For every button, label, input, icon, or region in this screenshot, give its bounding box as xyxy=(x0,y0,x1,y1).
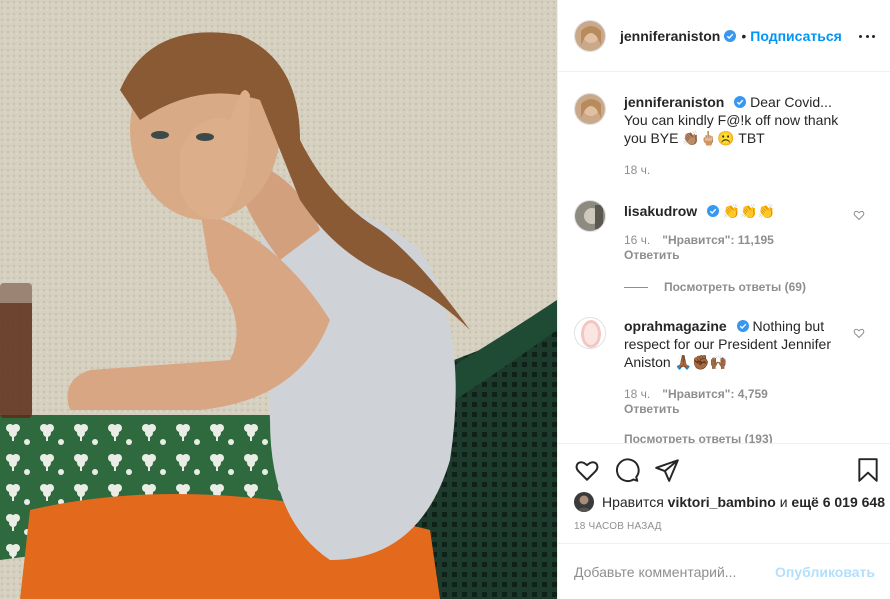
comment-likes[interactable]: "Нравится": 4,759 xyxy=(662,387,768,401)
more-icon[interactable] xyxy=(859,26,875,46)
avatar[interactable] xyxy=(574,19,606,52)
post-header: jenniferaniston • Подписаться xyxy=(558,0,890,72)
comment-likes[interactable]: "Нравится": 11,195 xyxy=(662,233,774,247)
view-replies-button[interactable]: Посмотреть ответы (69) xyxy=(624,280,806,294)
caption-time[interactable]: 18 ч. xyxy=(624,163,650,177)
comment-item: oprahmagazine Nothing but respect for ou… xyxy=(574,317,874,371)
like-comment-icon[interactable] xyxy=(853,327,865,339)
avatar[interactable] xyxy=(574,200,606,232)
verified-icon xyxy=(736,320,749,332)
bookmark-icon[interactable] xyxy=(855,457,881,483)
avatar-image xyxy=(575,20,605,51)
publish-button[interactable]: Опубликовать xyxy=(775,564,875,580)
reply-button[interactable]: Ответить xyxy=(624,248,679,262)
avatar[interactable] xyxy=(574,93,606,125)
post-photo[interactable] xyxy=(0,0,557,599)
like-comment-icon[interactable] xyxy=(853,209,865,221)
liker-avatar-image xyxy=(574,492,594,512)
comment-input[interactable] xyxy=(574,563,776,580)
caption-username[interactable]: jenniferaniston xyxy=(624,94,724,110)
likes-count-button[interactable]: ещё 6 019 648 xyxy=(791,494,885,510)
comment-text: 👏👏👏 xyxy=(722,203,776,219)
comment-meta: 16 ч. "Нравится": 11,195 xyxy=(624,233,774,247)
comment-icon[interactable] xyxy=(614,457,640,483)
add-comment-bar: Опубликовать xyxy=(558,543,890,599)
comment-meta: 18 ч. "Нравится": 4,759 xyxy=(624,387,768,401)
avatar-image xyxy=(575,318,605,348)
post-sidebar: jenniferaniston • Подписаться jenniferan… xyxy=(557,0,890,599)
comment-username[interactable]: lisakudrow xyxy=(624,203,697,219)
share-icon[interactable] xyxy=(654,457,680,483)
avatar[interactable] xyxy=(574,317,606,349)
author-username[interactable]: jenniferaniston xyxy=(620,28,720,44)
verified-icon xyxy=(707,205,720,217)
comment-username[interactable]: oprahmagazine xyxy=(624,318,727,334)
likes-prefix: Нравится xyxy=(602,494,664,510)
separator-dot: • xyxy=(741,27,747,44)
verified-icon xyxy=(734,96,747,108)
verified-icon xyxy=(724,29,737,42)
comment-time[interactable]: 18 ч. xyxy=(624,387,650,401)
caption: jenniferaniston Dear Covid... You can ki… xyxy=(574,93,874,147)
view-replies-button[interactable]: Посмотреть ответы (193) xyxy=(624,432,773,443)
replies-divider xyxy=(624,286,648,288)
post-actions: Нравится viktori_bambino и ещё 6 019 648… xyxy=(558,443,890,543)
avatar-image xyxy=(575,94,605,124)
photo-illustration xyxy=(0,0,557,599)
follow-button[interactable]: Подписаться xyxy=(750,28,842,44)
liker-avatar[interactable] xyxy=(574,492,594,512)
heart-icon[interactable] xyxy=(574,457,600,483)
likes-summary: Нравится viktori_bambino и ещё 6 019 648 xyxy=(574,492,885,512)
comment-time[interactable]: 16 ч. xyxy=(624,233,650,247)
comment-item: lisakudrow 👏👏👏 xyxy=(574,200,874,232)
likes-middle: и xyxy=(779,494,788,510)
comments-list[interactable]: jenniferaniston Dear Covid... You can ki… xyxy=(558,73,890,443)
reply-button[interactable]: Ответить xyxy=(624,402,679,416)
liker-username[interactable]: viktori_bambino xyxy=(668,494,776,510)
avatar-image xyxy=(575,201,605,231)
view-replies-label: Посмотреть ответы (69) xyxy=(664,280,806,294)
post-time[interactable]: 18 ЧАСОВ НАЗАД xyxy=(574,521,662,532)
